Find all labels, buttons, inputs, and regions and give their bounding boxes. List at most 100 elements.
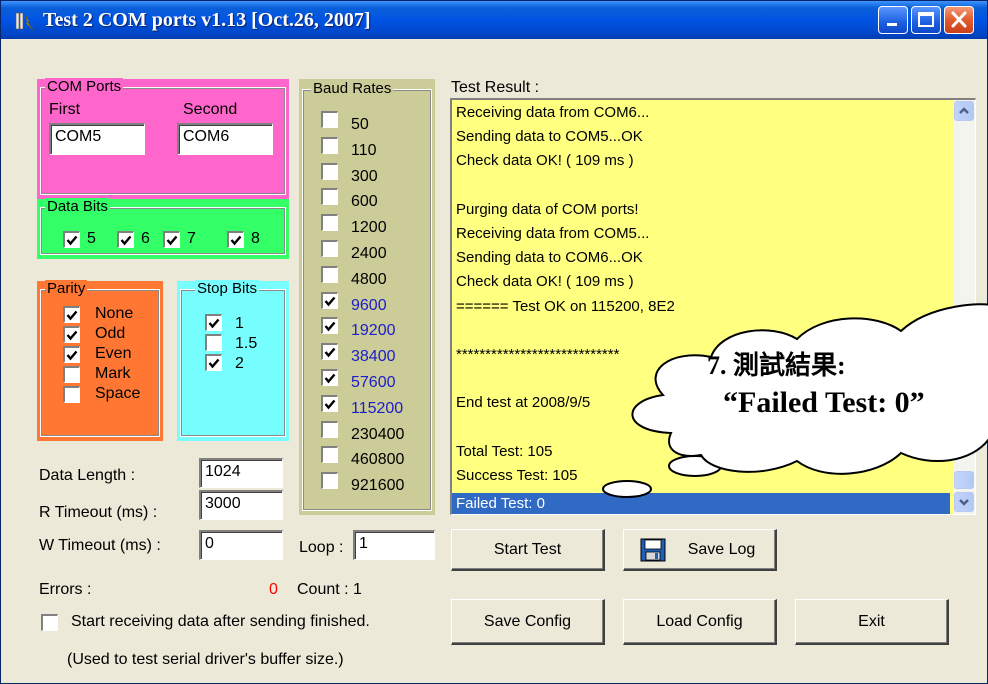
log-line: Check data OK! ( 109 ms ) [456,273,634,291]
parity-even-checkbox[interactable] [63,346,80,363]
baud-50-label: 50 [351,116,369,133]
baud-460800-checkbox[interactable] [321,446,338,463]
baud-4800-checkbox[interactable] [321,266,338,283]
checkmark-icon [324,321,336,332]
loop-input[interactable]: 1 [353,530,435,560]
baud-921600-label: 921600 [351,477,405,494]
baud-19200-checkbox[interactable] [321,317,338,334]
callout-step-text: 7. 測試結果: [707,351,846,380]
chevron-up-icon [959,107,969,114]
load-config-label: Load Config [656,613,743,630]
loop-label: Loop : [299,539,344,556]
com-ports-legend: COM Ports [45,78,124,95]
baud-115200-checkbox[interactable] [321,395,338,412]
second-port-input[interactable]: COM6 [177,123,273,155]
title-bar[interactable]: Test 2 COM ports v1.13 [Oct.26, 2007] [1,1,987,39]
checkmark-icon [208,318,220,329]
stop-bits-1-5-checkbox[interactable] [205,334,222,351]
baud-1200-checkbox[interactable] [321,214,338,231]
w-timeout-input[interactable]: 0 [199,530,283,560]
baud-300-checkbox[interactable] [321,163,338,180]
stop-bits-1-checkbox[interactable] [205,314,222,331]
data-bits-8-checkbox[interactable] [227,231,244,248]
first-port-input[interactable]: COM5 [49,123,145,155]
log-line: Purging data of COM ports! [456,200,639,218]
data-bits-5-label: 5 [87,230,96,247]
app-window: Test 2 COM ports v1.13 [Oct.26, 2007] CO… [0,0,988,684]
baud-600-label: 600 [351,193,378,210]
baud-57600-checkbox[interactable] [321,369,338,386]
checkmark-icon [324,373,336,384]
data-length-input[interactable]: 1024 [199,458,283,488]
baud-38400-checkbox[interactable] [321,343,338,360]
save-config-button[interactable]: Save Config [451,599,605,645]
baud-2400-label: 2400 [351,245,387,262]
parity-group: Parity None Odd Even Mark Space [37,280,163,441]
save-log-button[interactable]: Save Log [623,529,777,571]
load-config-button[interactable]: Load Config [623,599,777,645]
log-line: Check data OK! ( 109 ms ) [456,152,634,170]
baud-115200-label: 115200 [351,400,404,417]
data-bits-6-label: 6 [141,230,150,247]
errors-label: Errors : [39,581,92,598]
baud-9600-checkbox[interactable] [321,292,338,309]
parity-mark-label: Mark [95,365,131,382]
baud-110-checkbox[interactable] [321,137,338,154]
data-bits-group: Data Bits 5 6 7 8 [37,198,289,259]
baud-230400-label: 230400 [351,426,405,443]
start-test-label: Start Test [493,541,562,558]
checkmark-icon [66,350,78,361]
start-test-button[interactable]: Start Test [451,529,605,571]
com-ports-group: COM Ports First Second COM5 COM6 [37,78,289,199]
baud-230400-checkbox[interactable] [321,421,338,438]
parity-odd-label: Odd [95,325,126,342]
r-timeout-input[interactable]: 3000 [199,490,283,520]
baud-9600-label: 9600 [351,297,387,314]
data-bits-8-label: 8 [251,230,260,247]
parity-space-checkbox[interactable] [63,386,80,403]
app-icon [15,12,34,31]
second-port-label: Second [183,101,238,118]
data-bits-6-checkbox[interactable] [117,231,134,248]
baud-57600-label: 57600 [351,374,396,391]
stop-bits-2-label: 2 [235,355,244,372]
maximize-icon [918,12,934,27]
log-line: Receiving data from COM6... [456,104,650,121]
stop-bits-frame [180,289,286,437]
exit-label: Exit [858,613,885,630]
checkmark-icon [166,235,178,246]
baud-110-label: 110 [351,142,377,159]
exit-button[interactable]: Exit [795,599,949,645]
callout-failed-test-text: “Failed Test: 0” [723,386,925,419]
checkmark-icon [324,296,336,307]
start-after-send-checkbox[interactable] [41,614,58,631]
baud-460800-label: 460800 [351,451,405,468]
parity-even-label: Even [95,345,132,362]
close-button[interactable] [944,6,974,34]
checkmark-icon [66,310,78,321]
save-log-label: Save Log [687,541,756,558]
baud-2400-checkbox[interactable] [321,240,338,257]
data-bits-7-label: 7 [187,230,196,247]
stop-bits-1-label: 1 [235,315,244,332]
test-result-label: Test Result : [451,79,540,96]
baud-19200-label: 19200 [351,322,396,339]
checkmark-icon [66,235,78,246]
parity-mark-checkbox[interactable] [63,366,80,383]
scroll-up-button[interactable] [954,101,974,121]
parity-odd-checkbox[interactable] [63,326,80,343]
data-bits-7-checkbox[interactable] [163,231,180,248]
stop-bits-2-checkbox[interactable] [205,354,222,371]
baud-1200-label: 1200 [351,219,387,236]
log-line: Success Test: 105 [456,467,578,484]
floppy-disk-icon [640,538,666,562]
maximize-button[interactable] [911,6,941,34]
baud-921600-checkbox[interactable] [321,472,338,489]
parity-none-checkbox[interactable] [63,306,80,323]
minimize-button[interactable] [878,6,908,34]
baud-50-checkbox[interactable] [321,111,338,128]
baud-600-checkbox[interactable] [321,188,338,205]
data-bits-5-checkbox[interactable] [63,231,80,248]
log-line: End test at 2008/9/5 [456,394,591,412]
r-timeout-label: R Timeout (ms) : [39,504,158,521]
